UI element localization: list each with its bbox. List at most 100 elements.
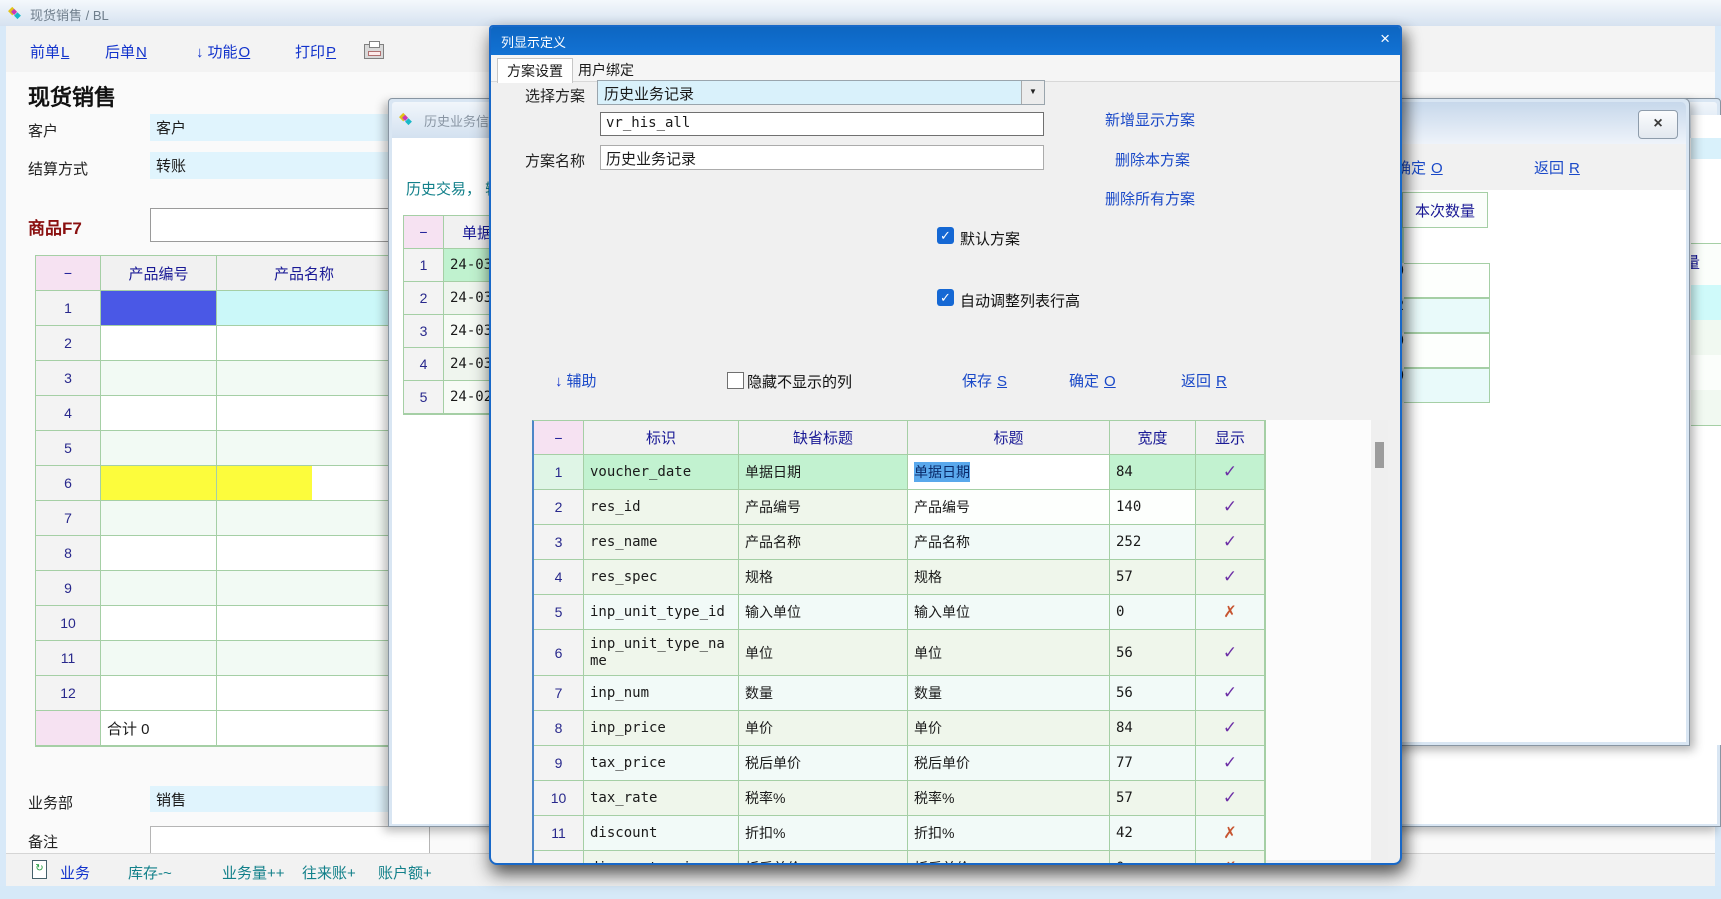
return-button[interactable]: 返回R	[1181, 370, 1227, 391]
confirm-button[interactable]: 确定O	[1069, 370, 1116, 391]
show-flag[interactable]: ✗	[1196, 595, 1265, 630]
column-row: 3 res_name 产品名称 产品名称 252 ✓	[534, 525, 1265, 560]
add-scheme-link[interactable]: 新增显示方案	[1105, 109, 1195, 130]
show-flag[interactable]: ✓	[1196, 781, 1265, 816]
show-flag[interactable]: ✓	[1196, 630, 1265, 676]
refresh-doc-icon[interactable]: ↻	[32, 860, 47, 879]
column-display-dialog: 列显示定义 × 方案设置 用户绑定 选择方案 历史业务记录 ▼ vr_his_a…	[489, 25, 1402, 865]
show-flag[interactable]: ✗	[1196, 851, 1265, 865]
status-link-accounts[interactable]: 往来账+	[302, 862, 356, 883]
product-input[interactable]	[150, 208, 390, 242]
edge-cell	[1691, 390, 1721, 426]
quantity-cell[interactable]	[1404, 368, 1490, 403]
col-header-width[interactable]: 宽度	[1110, 421, 1196, 455]
show-flag[interactable]: ✓	[1196, 676, 1265, 711]
col-header-title[interactable]: 标题	[908, 421, 1110, 455]
history-window-icon: ◆◆◆	[399, 110, 419, 128]
base-window-title: 现货销售 / BL	[30, 5, 109, 24]
sales-grid: − 产品编号 产品名称 1 2 3 4 5	[35, 255, 394, 747]
table-row: 11	[36, 641, 393, 676]
scrollbar-thumb[interactable]	[1375, 442, 1384, 468]
selected-text: 单据日期	[914, 462, 970, 482]
quantity-back-button[interactable]: 返回R	[1534, 157, 1580, 178]
col-header-identifier[interactable]: 标识	[584, 421, 739, 455]
delete-scheme-link[interactable]: 删除本方案	[1115, 149, 1190, 170]
close-icon[interactable]: ×	[1638, 110, 1678, 139]
status-link-balance[interactable]: 账户额+	[378, 862, 432, 883]
scheme-id-input[interactable]: vr_his_all	[600, 112, 1044, 136]
column-row: 7 inp_num 数量 数量 56 ✓	[534, 676, 1265, 711]
table-row: 7	[36, 501, 393, 536]
close-icon[interactable]: ×	[1380, 29, 1390, 49]
show-flag[interactable]: ✗	[1196, 816, 1265, 851]
base-window-titlebar: ◆◆◆ 现货销售 / BL	[0, 0, 1721, 27]
page-title: 现货销售	[28, 80, 116, 112]
table-row: 1	[36, 291, 393, 326]
tab-scheme-settings[interactable]: 方案设置	[497, 58, 573, 83]
highlight-fragment	[217, 466, 312, 500]
status-link-stock[interactable]: 库存-~	[128, 862, 172, 883]
quantity-cell[interactable]	[1404, 263, 1490, 298]
col-header-product-id[interactable]: 产品编号	[101, 256, 217, 291]
scheme-name-label: 方案名称	[525, 150, 585, 171]
save-button[interactable]: 保存S	[962, 370, 1007, 391]
select-scheme-label: 选择方案	[525, 85, 585, 106]
scheme-select[interactable]: 历史业务记录 ▼	[597, 80, 1045, 105]
dialog-tabbar: 方案设置 用户绑定	[491, 55, 1400, 82]
quantity-ok-button[interactable]: 确定O	[1396, 157, 1443, 178]
menu-prev-order[interactable]: 前单L	[30, 41, 69, 62]
col-header-show[interactable]: 显示	[1196, 421, 1265, 455]
tab-user-binding[interactable]: 用户绑定	[569, 58, 643, 82]
show-flag[interactable]: ✓	[1196, 455, 1265, 490]
show-flag[interactable]: ✓	[1196, 490, 1265, 525]
settlement-field[interactable]: 转账	[150, 152, 390, 179]
selected-cell[interactable]	[101, 291, 217, 326]
background-table-edge-strip: 量	[1691, 115, 1721, 745]
edge-cell	[1691, 355, 1721, 391]
quantity-cell[interactable]	[1404, 333, 1490, 368]
sales-grid-header: − 产品编号 产品名称	[36, 256, 393, 291]
table-row: 10	[36, 606, 393, 641]
col-header-this-quantity[interactable]: 本次数量	[1402, 192, 1488, 228]
quantity-row: 0	[1397, 368, 1490, 403]
memo-field[interactable]	[150, 826, 430, 854]
grid-corner-cell[interactable]: −	[36, 256, 101, 291]
table-scrollbar[interactable]	[1371, 420, 1388, 860]
app-pin-icon: ◆◆◆	[8, 4, 28, 22]
show-flag[interactable]: ✓	[1196, 525, 1265, 560]
status-link-volume[interactable]: 业务量++	[222, 862, 285, 883]
dialog-titlebar: 列显示定义 ×	[491, 27, 1400, 55]
auxiliary-button[interactable]: ↓辅助	[555, 370, 597, 391]
chevron-down-icon[interactable]: ▼	[1021, 81, 1044, 104]
menu-print[interactable]: 打印P	[295, 41, 336, 62]
quantity-window-body: 本次数量 0 2 0 0	[1394, 190, 1686, 742]
status-link-business[interactable]: 业务	[60, 862, 90, 883]
show-flag[interactable]: ✓	[1196, 560, 1265, 595]
printer-icon[interactable]	[364, 44, 384, 59]
column-row-selected: 1 voucher_date 单据日期 单据日期 84 ✓	[534, 455, 1265, 490]
default-scheme-checkbox[interactable]: ✓	[937, 227, 954, 244]
department-field[interactable]: 销售	[150, 786, 390, 812]
menu-functions[interactable]: ↓功能O	[196, 41, 250, 62]
show-flag[interactable]: ✓	[1196, 746, 1265, 781]
show-flag[interactable]: ✓	[1196, 711, 1265, 746]
column-row: 9 tax_price 税后单价 税后单价 77 ✓	[534, 746, 1265, 781]
quantity-row	[1397, 228, 1490, 263]
hide-columns-checkbox[interactable]	[727, 372, 744, 389]
col-header-default-title[interactable]: 缺省标题	[739, 421, 908, 455]
column-table-area: − 标识 缺省标题 标题 宽度 显示 1 voucher_date 单据日期 单…	[532, 420, 1380, 860]
title-cell-editing[interactable]: 单据日期	[908, 455, 1110, 490]
quantity-row: 2	[1397, 298, 1490, 333]
default-scheme-label: 默认方案	[960, 228, 1020, 249]
customer-field[interactable]: 客户	[150, 114, 390, 141]
table-row: 8	[36, 536, 393, 571]
table-row: 4	[36, 396, 393, 431]
column-table-header: − 标识 缺省标题 标题 宽度 显示	[534, 421, 1265, 455]
menu-next-order[interactable]: 后单N	[105, 41, 147, 62]
quantity-cell[interactable]	[1404, 298, 1490, 333]
scheme-name-input[interactable]: 历史业务记录	[600, 145, 1044, 170]
auto-row-height-checkbox[interactable]: ✓	[937, 289, 954, 306]
delete-all-schemes-link[interactable]: 删除所有方案	[1105, 188, 1195, 209]
column-row: 6 inp_unit_type_name 单位 单位 56 ✓	[534, 630, 1265, 676]
col-header-product-name[interactable]: 产品名称	[217, 256, 392, 291]
